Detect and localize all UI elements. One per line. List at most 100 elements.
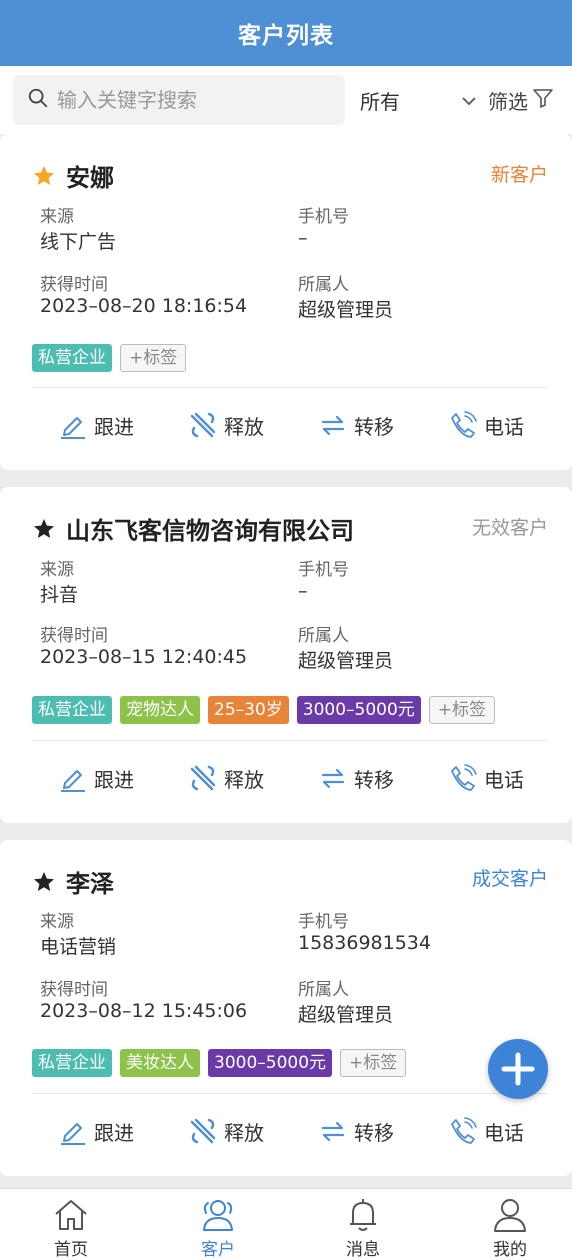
follow-button[interactable]: 跟进 — [58, 1116, 134, 1146]
time-value: 2023–08–15 12:40:45 — [40, 646, 248, 668]
add-tag-button[interactable]: +标签 — [428, 696, 496, 724]
time-value: 2023–08–20 18:16:54 — [40, 295, 248, 317]
call-button[interactable]: 电话 — [448, 763, 524, 793]
star-icon[interactable] — [32, 870, 56, 894]
follow-button[interactable]: 跟进 — [58, 410, 134, 440]
follow-label: 跟进 — [94, 767, 134, 792]
transfer-icon — [321, 768, 345, 789]
card-actions: 跟进 释放 转移 电话 — [0, 1116, 572, 1156]
release-button[interactable]: 释放 — [188, 410, 264, 440]
card-actions: 跟进 释放 转移 电话 — [0, 763, 572, 803]
status-select[interactable]: 所有 — [360, 75, 480, 125]
pencil-icon — [61, 1123, 85, 1145]
call-label: 电话 — [484, 1120, 524, 1145]
phone-icon — [451, 1117, 477, 1144]
transfer-button[interactable]: 转移 — [318, 1116, 394, 1146]
source-label: 来源 — [40, 912, 74, 932]
owner-value: 超级管理员 — [298, 299, 394, 321]
status-select-value: 所有 — [360, 89, 400, 114]
time-label: 获得时间 — [40, 275, 108, 295]
follow-label: 跟进 — [94, 1120, 134, 1145]
customer-card[interactable]: 山东飞客信物咨询有限公司 无效客户 来源 手机号 抖音 – 获得时间 所属人 2… — [0, 487, 572, 823]
add-tag-button[interactable]: +标签 — [340, 1049, 407, 1077]
time-label: 获得时间 — [40, 980, 108, 1000]
release-button[interactable]: 释放 — [188, 1116, 264, 1146]
transfer-button[interactable]: 转移 — [318, 763, 394, 793]
follow-label: 跟进 — [94, 414, 134, 439]
star-icon[interactable] — [32, 517, 56, 541]
page-title: 客户列表 — [238, 23, 334, 49]
call-label: 电话 — [484, 767, 524, 792]
call-label: 电话 — [484, 414, 524, 439]
release-icon — [190, 412, 216, 438]
call-button[interactable]: 电话 — [448, 1116, 524, 1146]
release-icon — [190, 1118, 216, 1144]
header-bar: 客户列表 — [0, 0, 572, 66]
bottom-tab-bar: 首页 客户 消息 我的 — [0, 1188, 572, 1260]
source-value: 电话营销 — [40, 936, 117, 958]
tag: 3000–5000元 — [208, 1049, 333, 1077]
tag: 宠物达人 — [120, 696, 200, 724]
phone-icon — [451, 411, 477, 438]
search-input[interactable] — [57, 88, 327, 112]
chevron-down-icon — [460, 91, 478, 115]
tab-profile-label: 我的 — [493, 1240, 527, 1260]
transfer-label: 转移 — [354, 767, 394, 792]
tag-list: 私营企业 +标签 — [32, 344, 187, 372]
tag: 私营企业 — [32, 696, 112, 724]
owner-value: 超级管理员 — [298, 1004, 394, 1026]
time-label: 获得时间 — [40, 626, 108, 646]
tab-messages[interactable]: 消息 — [323, 1197, 403, 1260]
transfer-button[interactable]: 转移 — [318, 410, 394, 440]
phone-value: – — [298, 580, 308, 602]
release-label: 释放 — [224, 767, 264, 792]
transfer-label: 转移 — [354, 1120, 394, 1145]
customer-name: 山东飞客信物咨询有限公司 — [66, 517, 354, 545]
transfer-icon — [321, 415, 345, 436]
customer-card[interactable]: 安娜 新客户 来源 手机号 线下广告 – 获得时间 所属人 2023–08–20… — [0, 134, 572, 470]
owner-label: 所属人 — [298, 980, 349, 1000]
divider — [32, 1093, 548, 1094]
filter-button[interactable]: 筛选 — [488, 75, 554, 125]
owner-value: 超级管理员 — [298, 650, 394, 672]
phone-icon — [451, 764, 477, 791]
source-value: 线下广告 — [40, 231, 117, 253]
phone-label: 手机号 — [298, 912, 349, 932]
release-button[interactable]: 释放 — [188, 763, 264, 793]
tab-home[interactable]: 首页 — [31, 1197, 111, 1260]
owner-label: 所属人 — [298, 275, 349, 295]
tab-profile[interactable]: 我的 — [470, 1197, 550, 1260]
follow-button[interactable]: 跟进 — [58, 763, 134, 793]
phone-value: 15836981534 — [298, 932, 431, 954]
add-customer-button[interactable] — [488, 1039, 548, 1099]
tag: 美妆达人 — [120, 1049, 200, 1077]
customer-status: 成交客户 — [471, 868, 548, 890]
phone-label: 手机号 — [298, 560, 349, 580]
time-value: 2023–08–12 15:45:06 — [40, 1000, 248, 1022]
source-value: 抖音 — [40, 584, 79, 606]
search-box[interactable] — [13, 75, 345, 125]
divider — [32, 740, 548, 741]
add-tag-button[interactable]: +标签 — [120, 344, 187, 372]
customer-status: 新客户 — [490, 164, 548, 186]
plus-icon — [501, 1052, 535, 1086]
source-label: 来源 — [40, 207, 74, 227]
call-button[interactable]: 电话 — [448, 410, 524, 440]
transfer-icon — [321, 1121, 345, 1142]
tag: 3000–5000元 — [296, 696, 421, 724]
customer-card[interactable]: 李泽 成交客户 来源 手机号 电话营销 15836981534 获得时间 所属人… — [0, 840, 572, 1176]
phone-value: – — [298, 227, 308, 249]
tab-customers[interactable]: 客户 — [178, 1197, 258, 1260]
pencil-icon — [61, 417, 85, 439]
source-label: 来源 — [40, 560, 74, 580]
tag-list: 私营企业 宠物达人 25–30岁 3000–5000元 +标签 — [32, 696, 496, 724]
owner-label: 所属人 — [298, 626, 349, 646]
filter-icon — [528, 87, 554, 114]
user-icon — [494, 1199, 526, 1232]
divider — [32, 387, 548, 388]
tag: 私营企业 — [32, 344, 112, 372]
star-icon[interactable] — [32, 164, 56, 188]
pencil-icon — [61, 770, 85, 792]
transfer-label: 转移 — [354, 414, 394, 439]
release-icon — [190, 765, 216, 791]
